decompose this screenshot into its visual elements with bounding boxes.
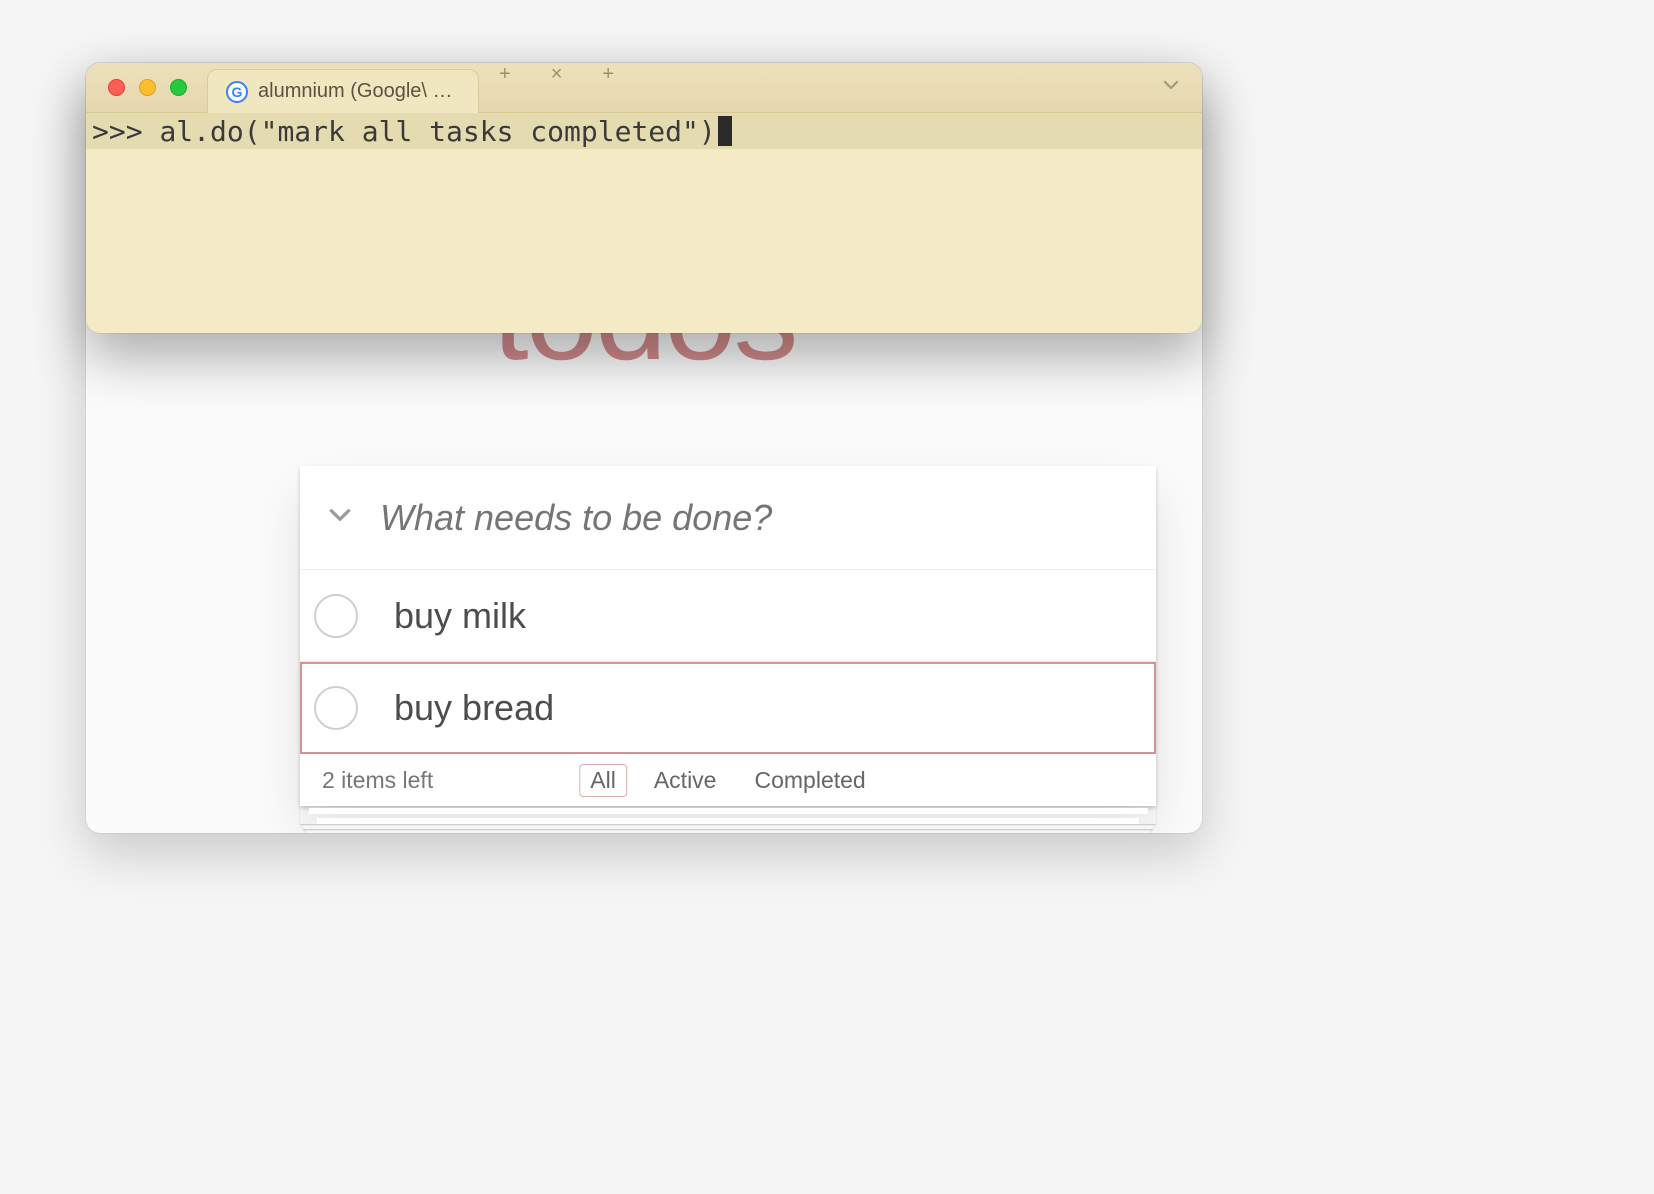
todo-card: buy milk buy bread 2 items left All Acti… xyxy=(300,466,1156,806)
chevron-down-icon xyxy=(1162,76,1180,94)
maximize-window-button[interactable] xyxy=(170,79,187,96)
todo-checkbox[interactable] xyxy=(314,686,358,730)
terminal-prompt: >>> xyxy=(92,115,159,148)
todo-label: buy milk xyxy=(394,595,526,637)
terminal-titlebar: G alumnium (Google\ Chrom… + × + xyxy=(86,63,1202,113)
terminal-command: al.do("mark all tasks completed") xyxy=(159,115,715,148)
todo-checkbox[interactable] xyxy=(314,594,358,638)
close-tab-button[interactable]: × xyxy=(531,63,583,112)
todo-item[interactable]: buy bread xyxy=(300,662,1156,754)
terminal-body[interactable]: >>> al.do("mark all tasks completed") xyxy=(86,113,1202,333)
todo-item[interactable]: buy milk xyxy=(300,570,1156,662)
traffic-lights xyxy=(86,79,187,96)
filter-completed[interactable]: Completed xyxy=(743,764,876,797)
todo-label: buy bread xyxy=(394,687,554,729)
terminal-cursor xyxy=(718,116,732,146)
close-window-button[interactable] xyxy=(108,79,125,96)
terminal-tab[interactable]: G alumnium (Google\ Chrom… xyxy=(207,69,479,113)
todo-input-row xyxy=(300,466,1156,570)
items-left-label: 2 items left xyxy=(322,767,433,794)
filter-all[interactable]: All xyxy=(579,764,627,797)
tab-title: alumnium (Google\ Chrom… xyxy=(258,80,458,103)
minimize-window-button[interactable] xyxy=(139,79,156,96)
tab-strip: G alumnium (Google\ Chrom… + × + xyxy=(207,63,634,112)
terminal-window: G alumnium (Google\ Chrom… + × + >>> al.… xyxy=(86,63,1202,333)
new-todo-input[interactable] xyxy=(380,497,1156,539)
new-tab-button[interactable]: + xyxy=(479,63,531,112)
new-tab-button-2[interactable]: + xyxy=(582,63,634,112)
tab-overflow-button[interactable] xyxy=(1162,76,1180,99)
filter-group: All Active Completed xyxy=(579,764,876,797)
terminal-line: >>> al.do("mark all tasks completed") xyxy=(86,113,1202,149)
todo-footer: 2 items left All Active Completed xyxy=(300,754,1156,806)
filter-active[interactable]: Active xyxy=(643,764,728,797)
chevron-down-icon xyxy=(327,502,353,528)
toggle-all-button[interactable] xyxy=(300,502,380,533)
tab-favicon-icon: G xyxy=(226,81,248,103)
